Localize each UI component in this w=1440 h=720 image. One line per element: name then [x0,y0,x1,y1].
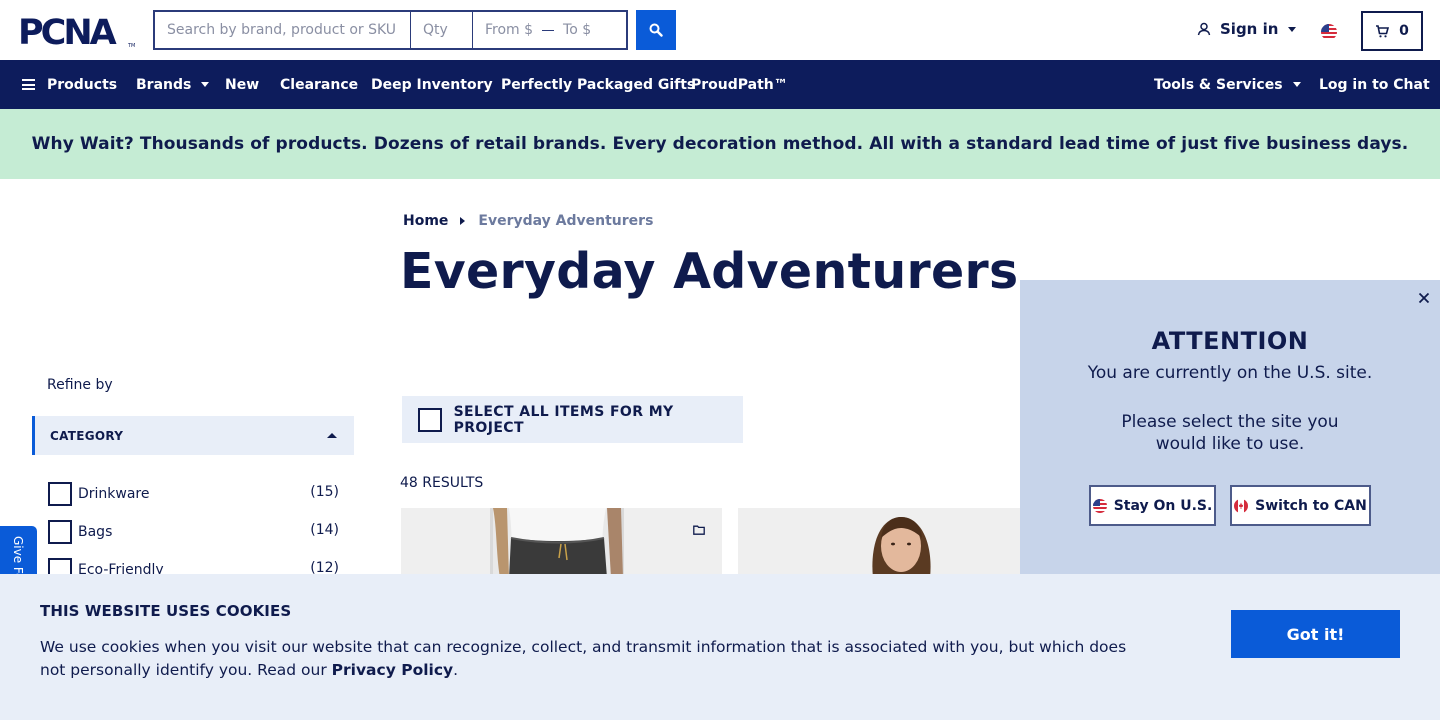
promo-text: Why Wait? Thousands of products. Dozens … [31,134,1409,154]
chevron-down-icon [1292,82,1301,87]
category-filter-header[interactable]: CATEGORY [32,416,354,455]
cookie-body: We use cookies when you visit our websit… [40,636,1130,682]
breadcrumb: Home Everyday Adventurers [403,213,653,229]
page-title: Everyday Adventurers [400,243,1019,300]
price-to-field[interactable]: To $ [563,22,591,38]
nav-deep-inventory[interactable]: Deep Inventory [371,60,493,109]
svg-text:PCNA: PCNA [18,14,117,48]
cart-icon [1376,24,1390,37]
nav-brands-label: Brands [136,76,192,93]
chevron-up-icon [327,433,337,438]
nav-brands[interactable]: Brands [136,60,210,109]
price-range-dash [542,29,555,31]
nav-tools-label: Tools & Services [1154,76,1283,93]
category-label: Drinkware [78,486,150,502]
promo-banner: Why Wait? Thousands of products. Dozens … [0,109,1440,179]
category-item-drinkware[interactable]: Drinkware (15) [48,482,343,520]
category-count: (15) [310,484,339,500]
sign-in-label: Sign in [1220,20,1279,38]
refine-label: Refine by [47,377,113,393]
cookie-banner: THIS WEBSITE USES COOKIES We use cookies… [0,574,1440,720]
us-flag-icon [1092,498,1107,513]
product-image [401,508,722,578]
qty-input[interactable] [411,10,473,50]
category-label: Bags [78,524,113,540]
main-nav: Products Brands New Clearance Deep Inven… [0,60,1440,109]
user-icon [1197,22,1211,36]
chevron-right-icon [460,217,466,225]
search-input[interactable] [153,10,411,50]
product-card[interactable] [401,508,722,578]
stay-on-us-label: Stay On U.S. [1113,497,1213,514]
sign-in-menu[interactable]: Sign in [1197,20,1297,38]
switch-to-can-button[interactable]: Switch to CAN [1230,485,1371,526]
switch-to-can-label: Switch to CAN [1255,497,1367,514]
nav-tools-services[interactable]: Tools & Services [1154,60,1301,109]
site-selector-modal: ATTENTION You are currently on the U.S. … [1020,280,1440,580]
select-all-label: SELECT ALL ITEMS FOR MY PROJECT [453,403,674,436]
category-count: (14) [310,522,339,538]
category-checkbox[interactable] [48,482,72,506]
svg-text:TM: TM [127,43,135,48]
chevron-down-icon [201,82,210,87]
breadcrumb-current: Everyday Adventurers [478,213,654,229]
price-range[interactable]: From $ To $ [473,10,628,50]
select-all-bar[interactable]: SELECT ALL ITEMS FOR MY PROJECT [402,396,743,443]
chevron-down-icon [1288,26,1297,32]
accept-cookies-button[interactable]: Got it! [1231,610,1400,658]
stay-on-us-button[interactable]: Stay On U.S. [1089,485,1216,526]
results-count: 48 RESULTS [400,475,484,491]
nav-new[interactable]: New [225,60,259,109]
nav-products[interactable]: Products [22,60,117,109]
category-header-label: CATEGORY [50,428,124,443]
pcna-logo[interactable]: PCNA TM [18,14,136,48]
cookie-body-suffix: . [453,661,459,679]
price-from-field[interactable]: From $ [485,22,533,38]
nav-perfectly-packaged-gifts[interactable]: Perfectly Packaged Gifts [501,60,695,109]
us-flag-icon[interactable] [1321,24,1337,40]
modal-current-site-text: You are currently on the U.S. site. [1087,363,1373,383]
cart-count: 0 [1399,23,1409,39]
search-button[interactable] [636,10,676,50]
search-bar: From $ To $ [153,10,676,50]
nav-chat-login[interactable]: Log in to Chat [1319,60,1430,109]
select-all-checkbox[interactable] [418,407,442,432]
modal-title: ATTENTION [1151,327,1309,355]
product-card[interactable] [738,508,1020,578]
privacy-policy-link[interactable]: Privacy Policy [332,661,454,679]
nav-products-label: Products [47,76,118,93]
category-checkbox[interactable] [48,520,72,544]
cookie-body-text: We use cookies when you visit our websit… [40,638,1127,679]
breadcrumb-home[interactable]: Home [403,213,448,229]
close-icon[interactable] [1416,290,1432,306]
modal-prompt-line-2: would like to use. [1155,434,1305,454]
cart-button[interactable]: 0 [1361,11,1423,51]
modal-prompt-line-1: Please select the site you [1121,412,1339,432]
nav-proudpath[interactable]: ProudPath™ [691,60,788,109]
nav-clearance[interactable]: Clearance [280,60,358,109]
site-header: PCNA TM From $ To $ Sign in [0,0,1440,60]
canada-flag-icon [1234,498,1249,513]
folder-icon[interactable] [693,525,705,535]
product-image [738,508,1020,578]
category-item-bags[interactable]: Bags (14) [48,520,343,558]
menu-icon [22,79,35,90]
cookie-title: THIS WEBSITE USES COOKIES [40,602,292,620]
search-icon [649,23,663,37]
